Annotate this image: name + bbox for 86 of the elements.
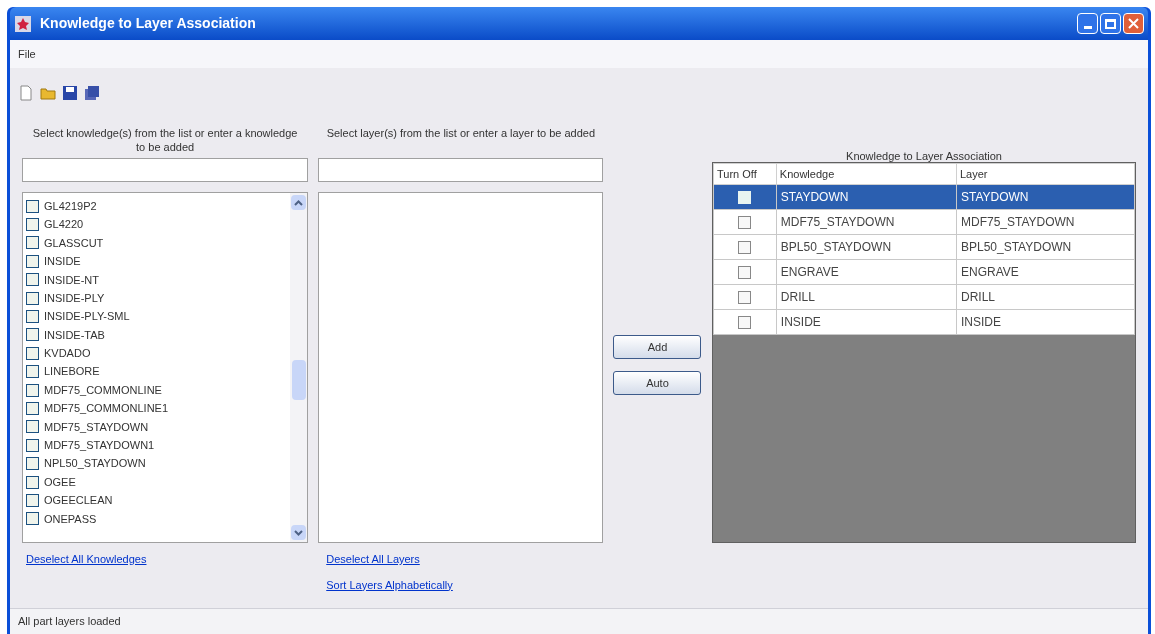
checkbox[interactable] [26,420,39,434]
table-row[interactable]: STAYDOWN STAYDOWN [713,184,1135,210]
checkbox[interactable] [738,291,752,305]
table-cell: MDF75_STAYDOWN [776,209,957,235]
checkbox[interactable] [738,316,752,330]
table-cell: STAYDOWN [776,184,957,210]
checkbox[interactable] [738,216,752,230]
list-item[interactable]: OGEE [44,473,76,491]
list-item[interactable]: GL4219P2 [44,197,97,215]
scroll-up-icon[interactable] [294,199,304,206]
table-cell: DRILL [776,284,957,310]
list-item[interactable]: INSIDE [44,253,81,270]
maximize-button[interactable] [1100,13,1121,34]
list-item[interactable]: MDF75_COMMONLINE1 [44,400,169,417]
list-item[interactable]: INSIDE-PLY-SML [44,308,130,325]
column-header[interactable]: Turn Off [713,163,777,185]
checkbox[interactable] [26,328,39,342]
checkbox[interactable] [26,273,39,287]
list-item[interactable]: INSIDE-TAB [44,326,105,344]
table-row[interactable]: DRILL DRILL [713,284,1135,310]
checkbox[interactable] [26,438,39,452]
link[interactable]: Deselect All Knowledges [26,551,147,568]
table-row[interactable]: MDF75_STAYDOWN MDF75_STAYDOWN [713,209,1135,235]
table-row[interactable]: INSIDE INSIDE [713,309,1135,335]
list-item[interactable]: MDF75_COMMONLINE [44,381,162,399]
checkbox[interactable] [26,236,39,250]
list-item[interactable]: OGEECLEAN [44,492,113,509]
save-all-icon[interactable] [84,85,100,101]
checkbox[interactable] [26,218,39,232]
window-title: Knowledge to Layer Association [40,14,256,33]
action-button[interactable]: Auto [613,371,702,395]
table-row[interactable]: BPL50_STAYDOWN BPL50_STAYDOWN [713,234,1135,260]
list-item[interactable]: INSIDE-NT [44,271,99,288]
checkbox[interactable] [26,402,39,415]
table-cell: INSIDE [776,309,957,335]
scroll-down-icon[interactable] [294,529,304,536]
column-header[interactable]: Knowledge [776,163,957,185]
list-item[interactable]: KVDADO [44,345,91,362]
checkbox[interactable] [738,241,752,255]
scroll-thumb[interactable] [291,360,306,400]
list-item[interactable]: ONEPASS [44,510,97,528]
list-item[interactable]: MDF75_STAYDOWN [44,418,149,436]
layer-input-field[interactable] [318,158,604,182]
grid-title: Knowledge to Layer Association [845,149,1003,162]
link[interactable]: Deselect All Layers [326,551,420,568]
column-header[interactable]: Layer [956,163,1135,185]
checkbox[interactable] [26,457,39,471]
table-cell: ENGRAVE [776,259,957,285]
status-text: All part layers loaded [18,614,121,630]
minimize-button[interactable] [1077,13,1098,34]
table-row[interactable]: ENGRAVE ENGRAVE [713,259,1135,285]
list-item[interactable]: GL4220 [44,216,84,233]
scrollbar[interactable] [290,193,308,542]
checkbox[interactable] [26,512,39,526]
checkbox[interactable] [26,475,39,489]
save-icon[interactable] [62,85,78,101]
instruction-label: Select layer(s) from the list or enter a layer to be added [325,126,597,141]
action-button[interactable]: Add [613,335,702,359]
menu-item[interactable]: File [18,45,36,63]
checkbox[interactable] [26,346,39,360]
list-item[interactable]: INSIDE-PLY [44,289,105,307]
table-cell: INSIDE [956,309,1135,335]
checkbox[interactable] [26,199,39,213]
close-button[interactable] [1123,13,1144,34]
table-cell: BPL50_STAYDOWN [776,234,957,260]
table-cell: STAYDOWN [956,184,1135,210]
close-icon[interactable] [1128,18,1139,29]
checkbox[interactable] [26,493,39,507]
link[interactable]: Sort Layers Alphabetically [326,576,453,593]
checkbox[interactable] [738,266,752,280]
table-cell: DRILL [956,284,1135,310]
checkbox[interactable] [26,254,39,268]
checkbox[interactable] [26,310,39,324]
list-item[interactable]: GLASSCUT [44,234,104,252]
table-cell: MDF75_STAYDOWN [956,209,1135,235]
list-item[interactable]: LINEBORE [44,363,100,380]
checkbox[interactable] [26,383,39,397]
table-cell: ENGRAVE [956,259,1135,285]
list-item[interactable]: MDF75_STAYDOWN1 [44,437,155,454]
table-cell: BPL50_STAYDOWN [956,234,1135,260]
list-item[interactable]: NPL50_STAYDOWN [44,455,146,472]
checkbox[interactable] [26,291,39,305]
knowledge-input-field[interactable] [22,158,309,182]
instruction-label: Select knowledge(s) from the list or enter a knowledge to be added [31,126,299,155]
app-icon [14,14,32,33]
checkbox[interactable] [26,365,39,379]
